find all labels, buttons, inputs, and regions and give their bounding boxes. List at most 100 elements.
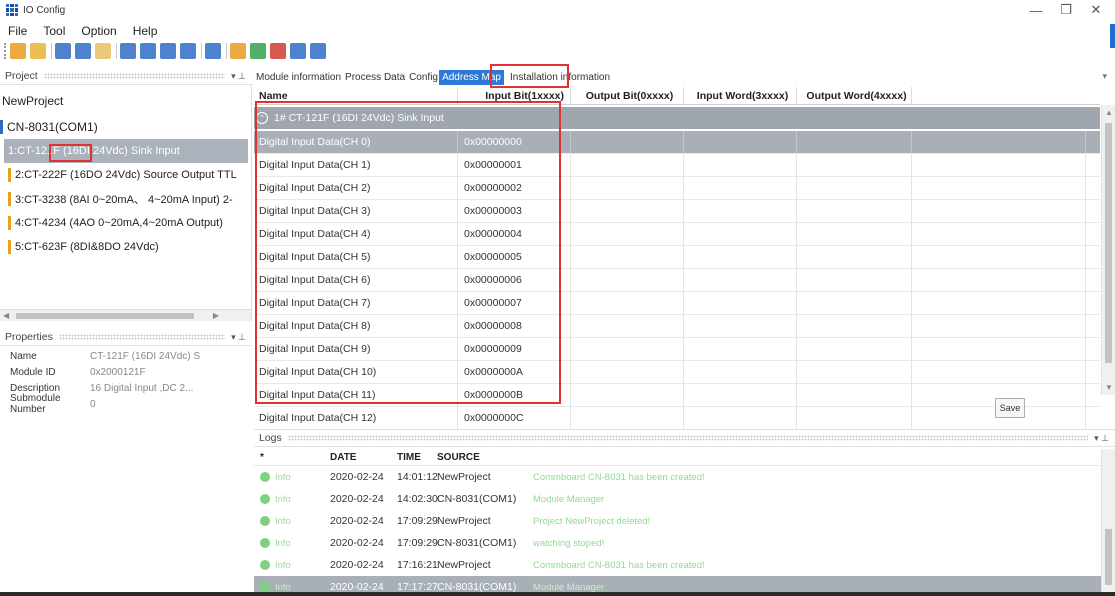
cell-empty bbox=[912, 200, 1086, 222]
tree-node-label: 4:CT-4234 (4AO 0~20mA,4~20mA Output) bbox=[15, 217, 223, 229]
table-row[interactable]: Digital Input Data(CH 2) 0x00000002 bbox=[254, 177, 1100, 200]
table-row[interactable]: Digital Input Data(CH 7) 0x00000007 bbox=[254, 292, 1100, 315]
cell-empty bbox=[684, 269, 797, 291]
tree-node-module[interactable]: 1:CT-121F (16DI 24Vdc) Sink Input bbox=[4, 139, 248, 163]
log-column-source[interactable]: SOURCE bbox=[437, 452, 533, 463]
log-time: 14:02:30 bbox=[397, 493, 438, 505]
logs-vertical-scrollbar[interactable] bbox=[1101, 449, 1115, 595]
table-row[interactable]: Digital Input Data(CH 12) 0x0000000C bbox=[254, 407, 1100, 430]
prop-value[interactable]: 0 bbox=[90, 399, 246, 410]
tab-address-map[interactable]: Address Map bbox=[439, 69, 504, 85]
log-message: watching stoped! bbox=[533, 537, 605, 549]
column-header-input-word[interactable]: Input Word(3xxxx) bbox=[684, 87, 797, 104]
log-column-date[interactable]: DATE bbox=[330, 452, 397, 463]
tree-node-coupler[interactable]: CN-8031(COM1) bbox=[0, 115, 251, 139]
cell-empty bbox=[571, 246, 684, 268]
table-row[interactable]: Digital Input Data(CH 8) 0x00000008 bbox=[254, 315, 1100, 338]
node-marker-icon bbox=[8, 216, 11, 230]
prop-value[interactable]: 0x2000121F bbox=[90, 367, 246, 378]
log-column-level[interactable]: * bbox=[254, 452, 330, 463]
power-icon[interactable] bbox=[230, 43, 246, 59]
pin-icon[interactable]: ▾ ⊥ bbox=[231, 332, 246, 343]
tree-root-project[interactable]: NewProject bbox=[0, 85, 251, 115]
log-column-time[interactable]: TIME bbox=[397, 452, 437, 463]
log-row[interactable]: Info 2020-02-24 17:16:21 NewProject Commboar… bbox=[254, 554, 1115, 576]
pin-icon[interactable]: ▾ ⊥ bbox=[231, 71, 246, 82]
cell-name: Digital Input Data(CH 0) bbox=[254, 131, 458, 153]
scroll-up-icon[interactable]: ▲ bbox=[1105, 108, 1113, 117]
tree-node-module[interactable]: 5:CT-623F (8DI&8DO 24Vdc) bbox=[0, 235, 251, 259]
tree-node-module[interactable]: 4:CT-4234 (4AO 0~20mA,4~20mA Output) bbox=[0, 211, 251, 235]
pin-icon[interactable]: ▾ ⊥ bbox=[1094, 433, 1109, 444]
menu-file[interactable]: File bbox=[8, 24, 27, 38]
module-group-row[interactable]: ⌃ 1# CT-121F (16DI 24Vdc) Sink Input bbox=[254, 107, 1100, 129]
column-header-output-bit[interactable]: Output Bit(0xxxx) bbox=[571, 87, 684, 104]
prop-value[interactable]: CT-121F (16DI 24Vdc) S bbox=[90, 351, 246, 362]
log-level: Info bbox=[254, 472, 330, 483]
info-status-icon bbox=[260, 516, 270, 526]
table-row[interactable]: Digital Input Data(CH 0) 0x00000000 bbox=[254, 131, 1100, 154]
table-row[interactable]: Digital Input Data(CH 1) 0x00000001 bbox=[254, 154, 1100, 177]
tree-horizontal-scrollbar[interactable]: ◀ ▶ bbox=[0, 309, 251, 321]
table-row[interactable]: Digital Input Data(CH 3) 0x00000003 bbox=[254, 200, 1100, 223]
cell-empty bbox=[797, 315, 912, 337]
tree-node-module[interactable]: 2:CT-222F (16DO 24Vdc) Source Output TTL bbox=[0, 163, 251, 187]
tab-process-data[interactable]: Process Data bbox=[343, 72, 407, 83]
table-row[interactable]: Digital Input Data(CH 5) 0x00000005 bbox=[254, 246, 1100, 269]
cell-empty bbox=[912, 154, 1086, 176]
scroll-thumb[interactable] bbox=[1105, 529, 1112, 585]
save-as-icon[interactable] bbox=[75, 43, 91, 59]
scroll-down-icon[interactable]: ▼ bbox=[1105, 383, 1113, 392]
log-row[interactable]: Info 2020-02-24 14:02:30 CN-8031(COM1) Modul… bbox=[254, 488, 1115, 510]
menu-help[interactable]: Help bbox=[133, 24, 158, 38]
grid-vertical-scrollbar[interactable]: ▲ ▼ bbox=[1101, 105, 1115, 395]
home-icon[interactable] bbox=[10, 43, 26, 59]
column-header-output-word[interactable]: Output Word(4xxxx) bbox=[797, 87, 912, 104]
upload-icon[interactable] bbox=[140, 43, 156, 59]
logs-panel: Logs ▾ ⊥ * DATE TIME SOURCE Info 2020-02-… bbox=[254, 429, 1115, 596]
table-row[interactable]: Digital Input Data(CH 11) 0x0000000B bbox=[254, 384, 1100, 407]
monitor-icon[interactable] bbox=[290, 43, 306, 59]
scroll-left-icon[interactable]: ◀ bbox=[3, 311, 9, 320]
open-folder-icon[interactable] bbox=[30, 43, 46, 59]
grid-icon[interactable] bbox=[205, 43, 221, 59]
scroll-thumb[interactable] bbox=[16, 313, 194, 319]
delete-icon[interactable] bbox=[270, 43, 286, 59]
menu-tool[interactable]: Tool bbox=[43, 24, 65, 38]
cell-name: Digital Input Data(CH 5) bbox=[254, 246, 458, 268]
cell-empty bbox=[571, 338, 684, 360]
log-row[interactable]: Info 2020-02-24 17:09:29 NewProject Project … bbox=[254, 510, 1115, 532]
cell-name: Digital Input Data(CH 8) bbox=[254, 315, 458, 337]
copy-icon[interactable] bbox=[310, 43, 326, 59]
table-row[interactable]: Digital Input Data(CH 9) 0x00000009 bbox=[254, 338, 1100, 361]
table-row[interactable]: Digital Input Data(CH 4) 0x00000004 bbox=[254, 223, 1100, 246]
download-icon[interactable] bbox=[160, 43, 176, 59]
table-row[interactable]: Digital Input Data(CH 10) 0x0000000A bbox=[254, 361, 1100, 384]
tab-module-information[interactable]: Module information bbox=[254, 72, 343, 83]
restore-button[interactable]: ❐ bbox=[1051, 2, 1081, 18]
log-row[interactable]: Info 2020-02-24 14:01:12 NewProject Commboar… bbox=[254, 466, 1115, 488]
save-button[interactable]: Save bbox=[995, 398, 1025, 418]
tab-menu-chevron-icon[interactable]: ▾ bbox=[1102, 71, 1107, 82]
table-row[interactable]: Digital Input Data(CH 6) 0x00000006 bbox=[254, 269, 1100, 292]
minimize-button[interactable]: — bbox=[1021, 3, 1051, 18]
info-icon[interactable] bbox=[180, 43, 196, 59]
tab-installation-information[interactable]: Installation information bbox=[504, 72, 612, 83]
settings-icon[interactable] bbox=[95, 43, 111, 59]
save-icon[interactable] bbox=[55, 43, 71, 59]
network-icon[interactable] bbox=[250, 43, 266, 59]
close-button[interactable]: ✕ bbox=[1081, 2, 1111, 18]
menu-option[interactable]: Option bbox=[81, 24, 116, 38]
tab-config-params[interactable]: Config Params bbox=[407, 72, 439, 83]
search-icon[interactable] bbox=[120, 43, 136, 59]
collapse-icon[interactable]: ⌃ bbox=[256, 112, 268, 124]
scroll-thumb[interactable] bbox=[1105, 123, 1112, 363]
log-level: Info bbox=[254, 538, 330, 549]
scroll-right-icon[interactable]: ▶ bbox=[213, 311, 219, 320]
log-row[interactable]: Info 2020-02-24 17:09:29 CN-8031(COM1) watch… bbox=[254, 532, 1115, 554]
tree-node-module[interactable]: 3:CT-3238 (8AI 0~20mA、 4~20mA Input) 2- bbox=[0, 187, 251, 211]
column-header-input-bit[interactable]: Input Bit(1xxxx) bbox=[458, 87, 571, 104]
cell-empty bbox=[797, 154, 912, 176]
prop-value[interactable]: 16 Digital Input ,DC 2... bbox=[90, 383, 246, 394]
column-header-name[interactable]: Name bbox=[254, 87, 458, 104]
